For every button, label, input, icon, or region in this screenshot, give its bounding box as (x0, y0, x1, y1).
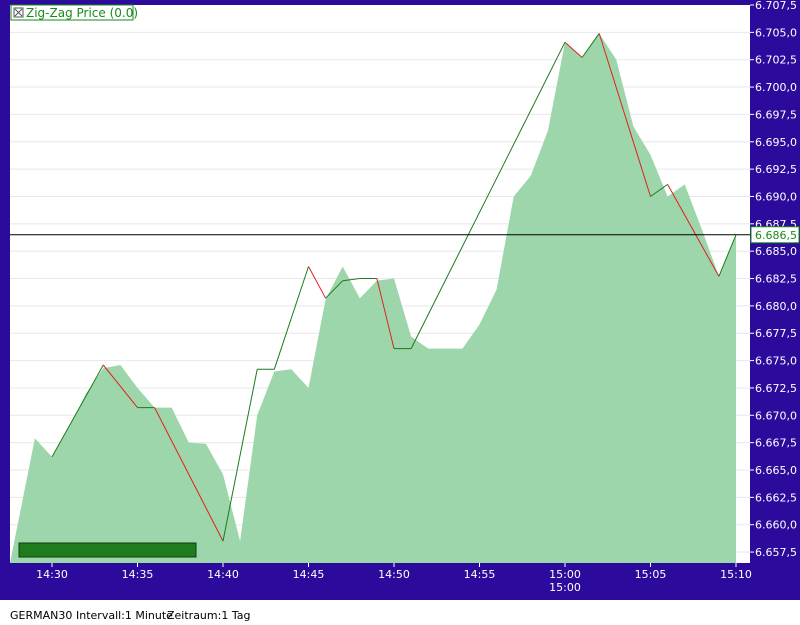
price-chart: 6.707,5 6.705,0 6.702,5 6.700,0 6.697,5 6.695… (10, 0, 800, 594)
y-tick-label: 6.695,0 (755, 136, 797, 149)
y-tick-label: 6.680,0 (755, 300, 797, 313)
x-tick-label-date: 15:00 (549, 581, 581, 594)
x-tick-label: 14:55 (464, 568, 496, 581)
y-tick-label: 6.677,5 (755, 327, 797, 340)
y-tick-label: 6.657,5 (755, 546, 797, 559)
y-tick-label: 6.660,0 (755, 519, 797, 532)
range-label: Zeitraum:1 Tag (167, 609, 251, 622)
y-tick-label: 6.675,0 (755, 355, 797, 368)
y-tick-label: 6.692,5 (755, 163, 797, 176)
status-bar: GERMAN30 Intervall:1 Minute Zeitraum:1 T… (0, 600, 800, 625)
x-tick-label: 14:35 (122, 568, 154, 581)
y-tick-label: 6.662,5 (755, 491, 797, 504)
chart-frame: 6.707,5 6.705,0 6.702,5 6.700,0 6.697,5 6.695… (0, 0, 800, 600)
y-tick-label: 6.670,0 (755, 409, 797, 422)
x-tick-label: 15:10 (720, 568, 752, 581)
y-tick-label: 6.707,5 (755, 0, 797, 12)
y-tick-label: 6.682,5 (755, 273, 797, 286)
y-tick-label: 6.700,0 (755, 81, 797, 94)
x-tick-label: 14:40 (207, 568, 239, 581)
chart-title: Zig-Zag Price (0.0) (26, 6, 138, 20)
y-tick-label: 6.705,0 (755, 26, 797, 39)
interval-label: Intervall:1 Minute (76, 609, 173, 622)
chart-legend: Zig-Zag Price (0.0) (10, 4, 138, 21)
y-tick-label: 6.672,5 (755, 382, 797, 395)
current-price-label: 6.686,5 (755, 229, 797, 242)
x-tick-label: 14:30 (36, 568, 68, 581)
symbol-label: GERMAN30 (10, 609, 73, 622)
x-tick-label: 15:00 (549, 568, 581, 581)
y-tick-label: 6.685,0 (755, 245, 797, 258)
y-tick-label: 6.665,0 (755, 464, 797, 477)
loading-progress-bar (18, 542, 197, 558)
y-tick-label: 6.667,5 (755, 437, 797, 450)
x-tick-label: 14:50 (378, 568, 410, 581)
y-tick-label: 6.697,5 (755, 108, 797, 121)
y-tick-label: 6.702,5 (755, 54, 797, 67)
x-tick-label: 15:05 (635, 568, 667, 581)
x-tick-label: 14:45 (293, 568, 325, 581)
y-tick-label: 6.690,0 (755, 190, 797, 203)
